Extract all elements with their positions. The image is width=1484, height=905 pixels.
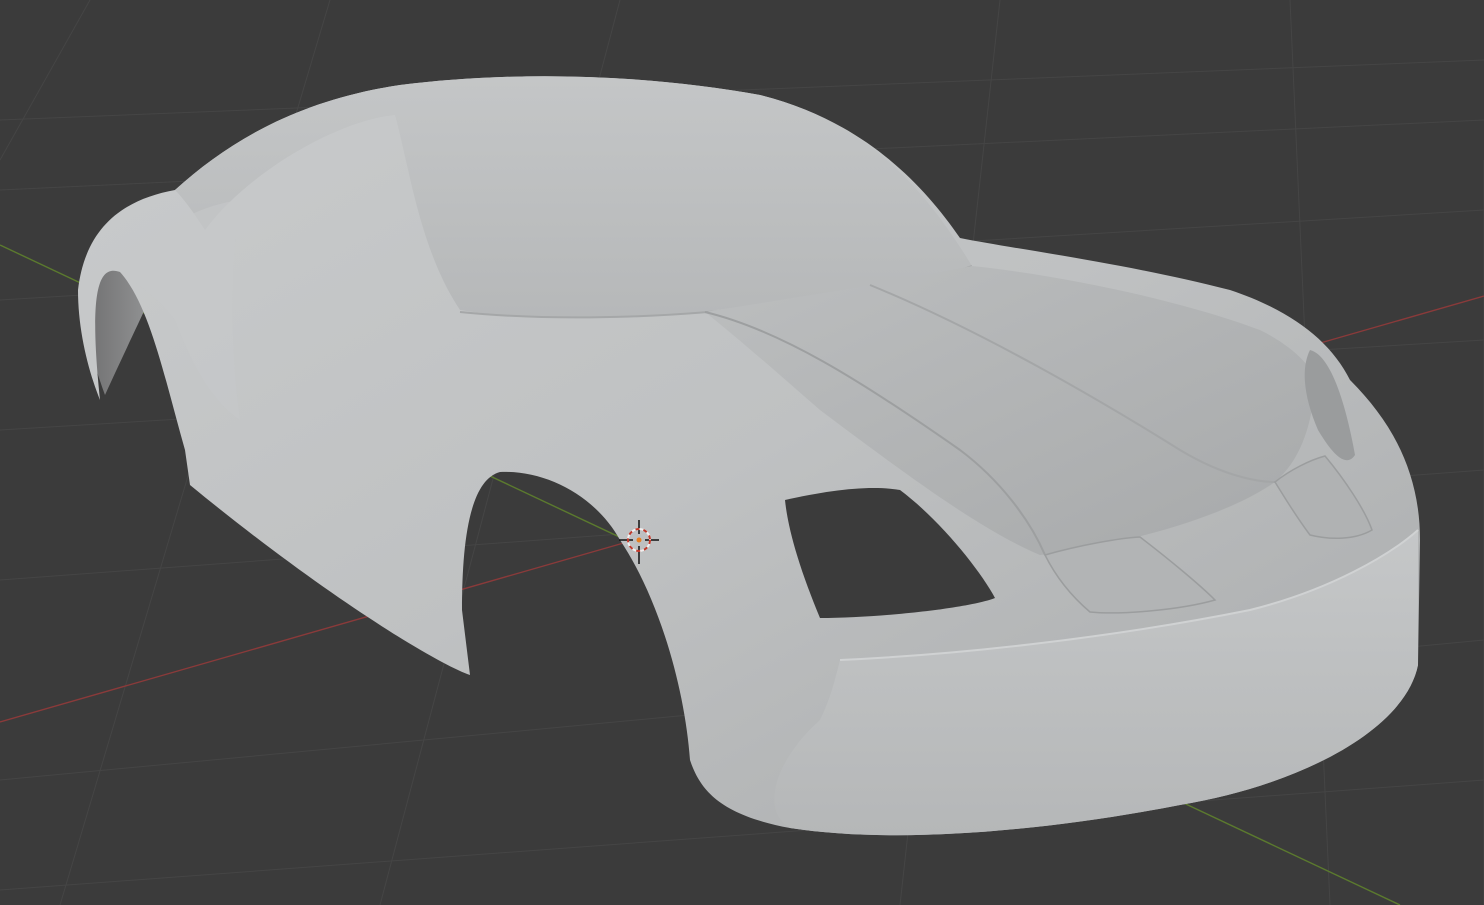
car-body-mesh[interactable] — [78, 76, 1420, 836]
viewport-canvas[interactable] — [0, 0, 1484, 905]
3d-viewport[interactable] — [0, 0, 1484, 905]
